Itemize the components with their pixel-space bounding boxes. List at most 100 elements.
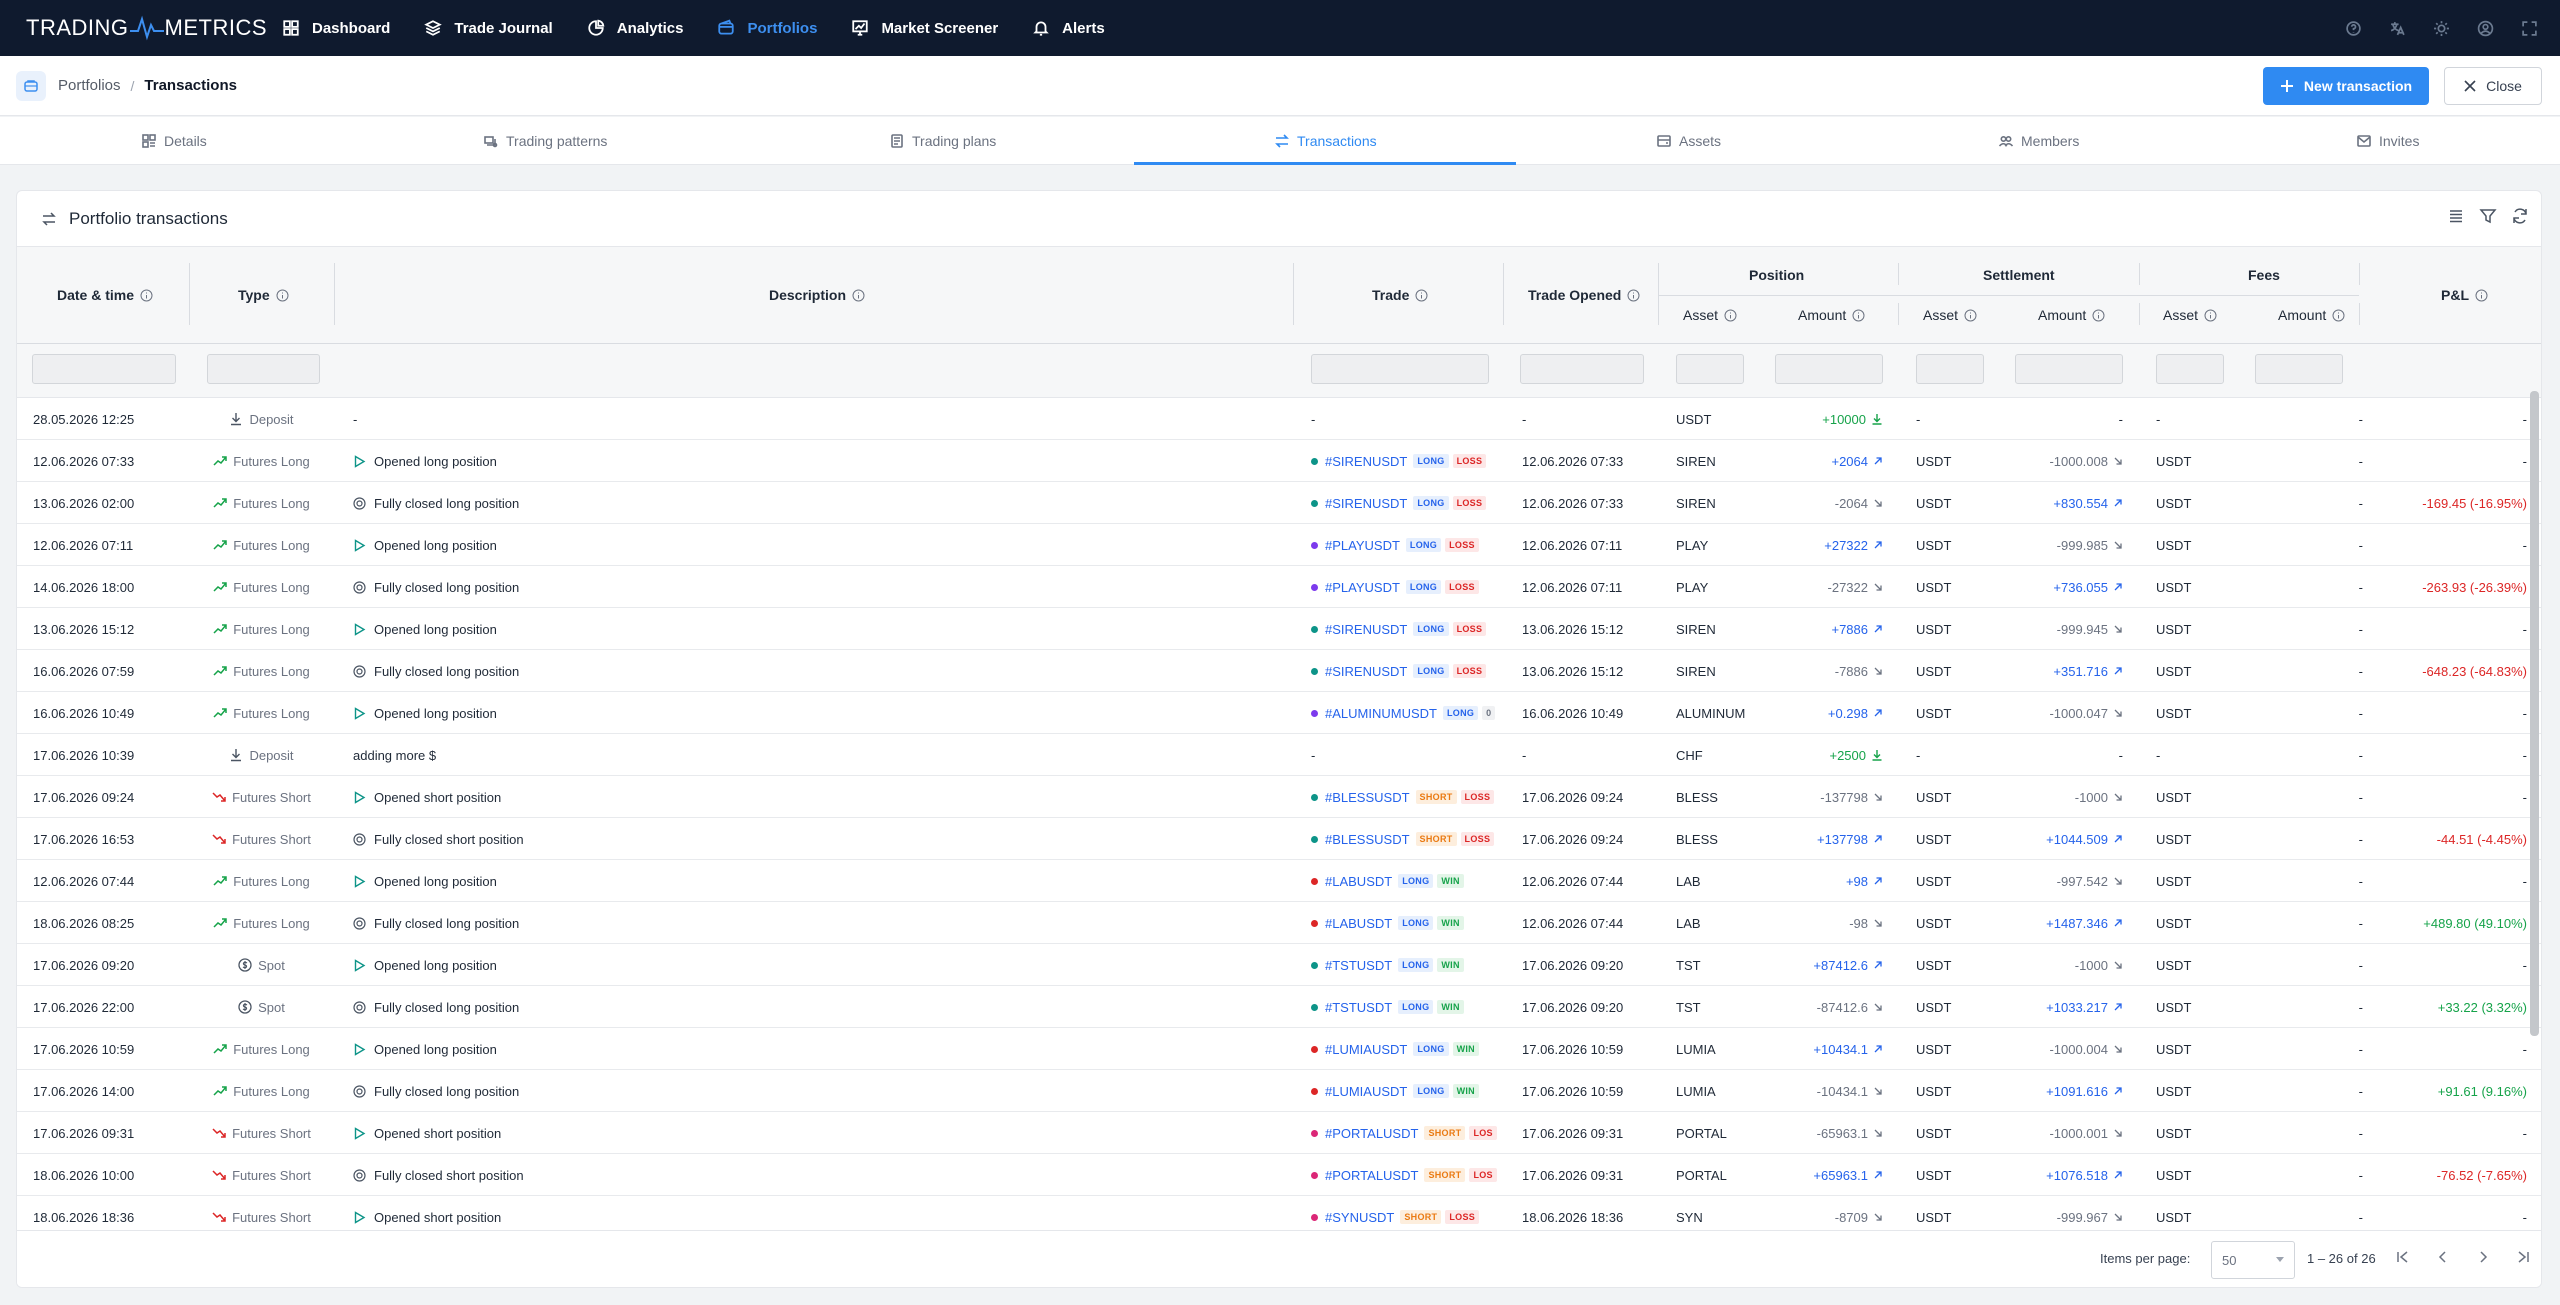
filter-settlement-asset[interactable] xyxy=(1916,354,1984,384)
fullscreen-icon[interactable] xyxy=(2521,20,2538,37)
tab-assets[interactable]: Assets xyxy=(1656,117,1721,165)
trade-link[interactable]: #BLESSUSDT xyxy=(1325,790,1410,805)
col-trade[interactable]: Trade xyxy=(1372,285,1428,305)
col-trade-opened[interactable]: Trade Opened xyxy=(1528,285,1640,305)
table-row[interactable]: 12.06.2026 07:11 Futures Long Opened long … xyxy=(17,524,2541,566)
col-type[interactable]: Type xyxy=(238,285,289,305)
help-icon[interactable] xyxy=(2345,20,2362,37)
cell-date: 28.05.2026 12:25 xyxy=(33,398,134,440)
filter-position-amount[interactable] xyxy=(1775,354,1883,384)
nav-item-dashboard[interactable]: Dashboard xyxy=(282,0,390,56)
filter-date[interactable] xyxy=(32,354,176,384)
tab-trading-plans[interactable]: Trading plans xyxy=(889,117,996,165)
table-row[interactable]: 17.06.2026 14:00 Futures Long Fully closed… xyxy=(17,1070,2541,1112)
items-per-page-select[interactable]: 50 xyxy=(2211,1241,2295,1279)
first-page-icon[interactable] xyxy=(2395,1249,2411,1265)
refresh-icon[interactable] xyxy=(2511,207,2529,225)
trade-link[interactable]: #PORTALUSDT xyxy=(1325,1126,1418,1141)
col-settlement-asset[interactable]: Asset xyxy=(1923,305,1977,325)
tab-transactions[interactable]: Transactions xyxy=(1274,117,1377,165)
cell-pnl: - xyxy=(2377,944,2527,986)
description-text: Fully closed long position xyxy=(374,579,520,595)
col-settlement-amount[interactable]: Amount xyxy=(2038,305,2105,325)
tab-details[interactable]: Details xyxy=(141,117,207,165)
table-row[interactable]: 17.06.2026 09:20 Spot Opened long position… xyxy=(17,944,2541,986)
translate-icon[interactable] xyxy=(2389,20,2406,37)
close-button[interactable]: Close xyxy=(2444,67,2542,105)
filter-icon[interactable] xyxy=(2479,207,2497,225)
trade-link[interactable]: #LABUSDT xyxy=(1325,874,1392,889)
portfolio-icon xyxy=(16,70,46,101)
trade-link[interactable]: #LUMIAUSDT xyxy=(1325,1042,1407,1057)
filter-fees-asset[interactable] xyxy=(2156,354,2224,384)
table-scrollbar[interactable] xyxy=(2530,391,2539,1036)
nav-item-analytics[interactable]: Analytics xyxy=(587,0,683,56)
table-row[interactable]: 18.06.2026 08:25 Futures Long Fully closed… xyxy=(17,902,2541,944)
trade-link[interactable]: #PLAYUSDT xyxy=(1325,538,1400,553)
table-row[interactable]: 28.05.2026 12:25 Deposit - - - USDT +10000 - - - -… xyxy=(17,398,2541,440)
filter-trade[interactable] xyxy=(1311,354,1489,384)
nav-item-portfolios[interactable]: Portfolios xyxy=(717,0,817,56)
filter-settlement-amount[interactable] xyxy=(2015,354,2123,384)
col-description[interactable]: Description xyxy=(769,285,865,305)
trade-link[interactable]: #SIRENUSDT xyxy=(1325,622,1407,637)
nav-item-alerts[interactable]: Alerts xyxy=(1032,0,1105,56)
table-row[interactable]: 13.06.2026 15:12 Futures Long Opened long … xyxy=(17,608,2541,650)
last-page-icon[interactable] xyxy=(2515,1249,2531,1265)
next-page-icon[interactable] xyxy=(2475,1249,2491,1265)
trade-link[interactable]: #PLAYUSDT xyxy=(1325,580,1400,595)
trade-link[interactable]: #LUMIAUSDT xyxy=(1325,1084,1407,1099)
trade-link[interactable]: #SIRENUSDT xyxy=(1325,454,1407,469)
table-row[interactable]: 17.06.2026 10:39 Deposit adding more $ - - CH… xyxy=(17,734,2541,776)
trade-link[interactable]: #SIRENUSDT xyxy=(1325,496,1407,511)
theme-icon[interactable] xyxy=(2433,20,2450,37)
trade-link[interactable]: #LABUSDT xyxy=(1325,916,1392,931)
trade-link[interactable]: #TSTUSDT xyxy=(1325,1000,1392,1015)
trend-up-icon xyxy=(213,917,227,929)
col-fees-asset[interactable]: Asset xyxy=(2163,305,2217,325)
col-pnl[interactable]: P&L xyxy=(2441,285,2488,305)
table-row[interactable]: 17.06.2026 16:53 Futures Short Fully close… xyxy=(17,818,2541,860)
tab-invites[interactable]: Invites xyxy=(2356,117,2419,165)
tab-members[interactable]: Members xyxy=(1998,117,2079,165)
table-row[interactable]: 16.06.2026 10:49 Futures Long Opened long … xyxy=(17,692,2541,734)
filter-type[interactable] xyxy=(207,354,320,384)
trade-link[interactable]: #SYNUSDT xyxy=(1325,1210,1394,1225)
settlement-amount-text: -1000.001 xyxy=(2049,1125,2108,1141)
trade-link[interactable]: #ALUMINUMUSDT xyxy=(1325,706,1437,721)
columns-icon[interactable] xyxy=(2447,207,2465,225)
table-row[interactable]: 17.06.2026 09:24 Futures Short Opened shor… xyxy=(17,776,2541,818)
new-transaction-button[interactable]: New transaction xyxy=(2263,67,2429,105)
trade-link[interactable]: #TSTUSDT xyxy=(1325,958,1392,973)
table-row[interactable]: 17.06.2026 10:59 Futures Long Opened long … xyxy=(17,1028,2541,1070)
tab-trading-patterns[interactable]: Trading patterns xyxy=(483,117,607,165)
table-row[interactable]: 17.06.2026 22:00 Spot Fully closed long po… xyxy=(17,986,2541,1028)
table-row[interactable]: 18.06.2026 10:00 Futures Short Fully close… xyxy=(17,1154,2541,1196)
col-date[interactable]: Date & time xyxy=(57,285,153,305)
filter-fees-amount[interactable] xyxy=(2255,354,2343,384)
trade-link[interactable]: #PORTALUSDT xyxy=(1325,1168,1418,1183)
col-fees-amount[interactable]: Amount xyxy=(2278,305,2345,325)
col-position-amount[interactable]: Amount xyxy=(1798,305,1865,325)
type-text: Futures Short xyxy=(232,1125,311,1141)
prev-page-icon[interactable] xyxy=(2435,1249,2451,1265)
app-logo[interactable]: TRADING METRICS xyxy=(26,15,282,41)
filter-position-asset[interactable] xyxy=(1676,354,1744,384)
breadcrumb-portfolios[interactable]: Portfolios xyxy=(58,77,121,94)
cell-fees-amount: - xyxy=(2237,440,2363,482)
nav-item-trade-journal[interactable]: Trade Journal xyxy=(424,0,553,56)
trade-link[interactable]: #BLESSUSDT xyxy=(1325,832,1410,847)
arrow-up-right-icon xyxy=(2113,918,2123,928)
table-row[interactable]: 12.06.2026 07:44 Futures Long Opened long … xyxy=(17,860,2541,902)
account-icon[interactable] xyxy=(2477,20,2494,37)
table-row[interactable]: 18.06.2026 18:36 Futures Short Opened shor… xyxy=(17,1196,2541,1230)
table-row[interactable]: 16.06.2026 07:59 Futures Long Fully closed… xyxy=(17,650,2541,692)
table-row[interactable]: 13.06.2026 02:00 Futures Long Fully closed… xyxy=(17,482,2541,524)
filter-trade-opened[interactable] xyxy=(1520,354,1644,384)
nav-item-market-screener[interactable]: Market Screener xyxy=(851,0,998,56)
table-row[interactable]: 14.06.2026 18:00 Futures Long Fully closed… xyxy=(17,566,2541,608)
trade-link[interactable]: #SIRENUSDT xyxy=(1325,664,1407,679)
col-position-asset[interactable]: Asset xyxy=(1683,305,1737,325)
table-row[interactable]: 12.06.2026 07:33 Futures Long Opened long … xyxy=(17,440,2541,482)
table-row[interactable]: 17.06.2026 09:31 Futures Short Opened shor… xyxy=(17,1112,2541,1154)
